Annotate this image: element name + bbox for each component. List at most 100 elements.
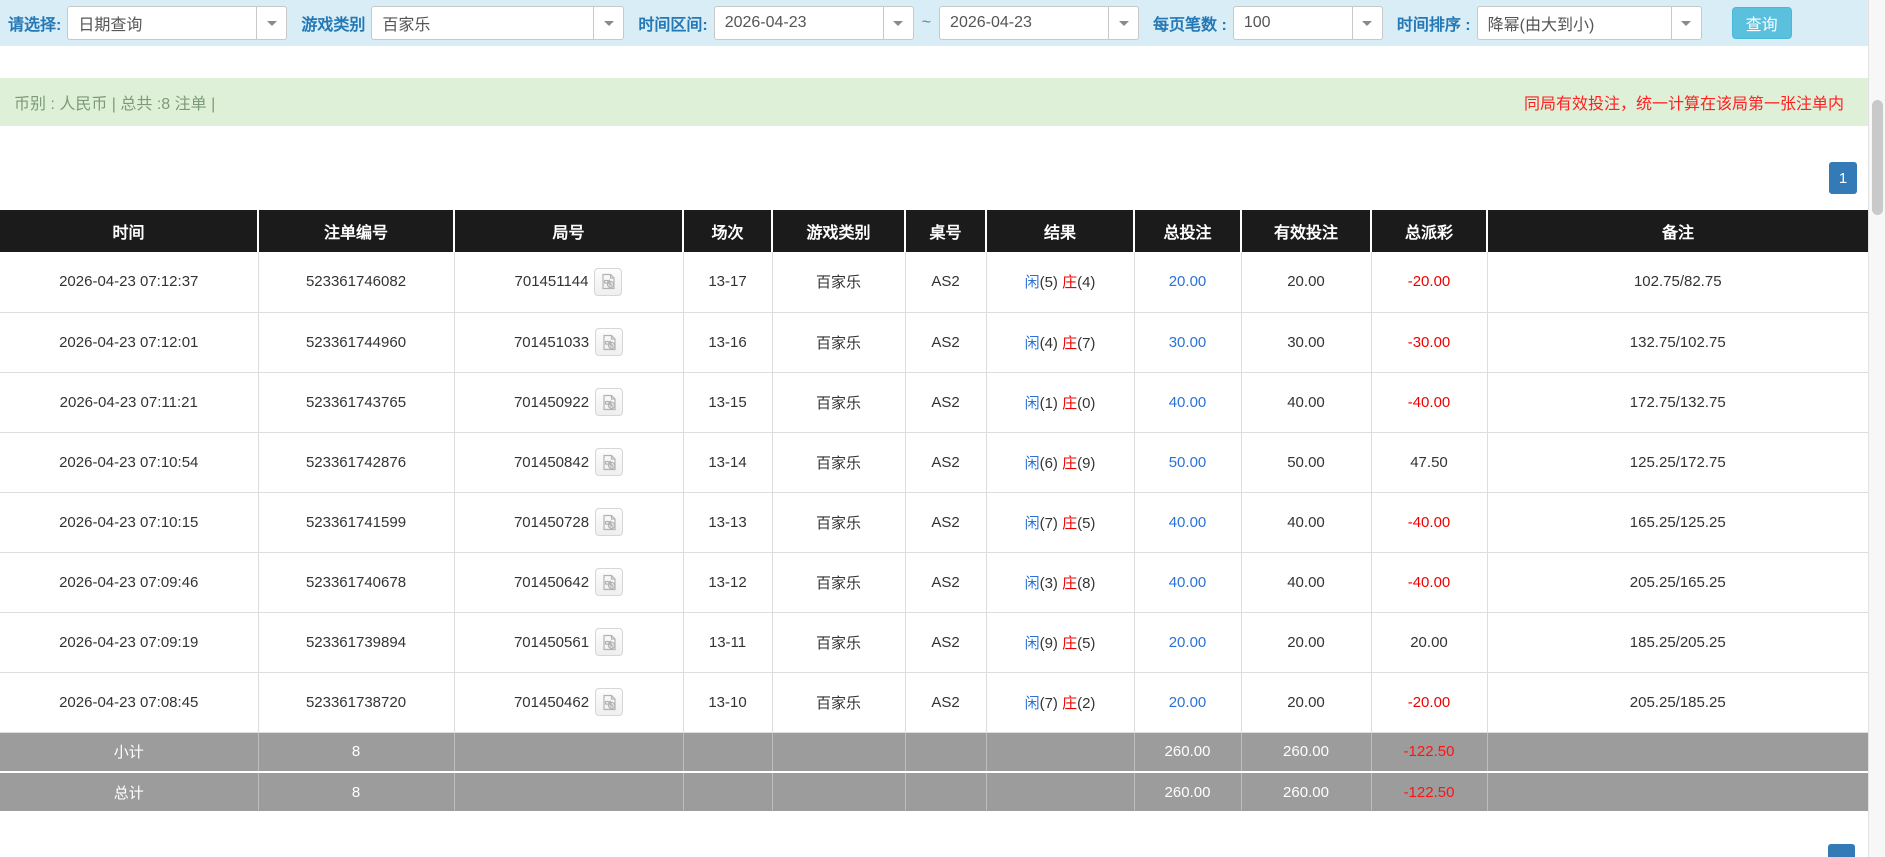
result-banker: 庄 bbox=[1062, 274, 1077, 291]
video-replay-button[interactable] bbox=[595, 328, 623, 356]
video-replay-button[interactable] bbox=[594, 268, 622, 296]
table-row: 2026-04-23 07:10:15523361741599701450728… bbox=[0, 492, 1868, 552]
total-valid-bet: 260.00 bbox=[1241, 772, 1371, 812]
cell-payout: -40.00 bbox=[1371, 492, 1487, 552]
result-banker: 庄 bbox=[1062, 695, 1077, 712]
cell-payout: 47.50 bbox=[1371, 432, 1487, 492]
subtotal-total-bet: 260.00 bbox=[1134, 732, 1241, 772]
video-replay-button[interactable] bbox=[595, 448, 623, 476]
result-banker: 庄 bbox=[1062, 515, 1077, 532]
video-record-icon bbox=[601, 694, 618, 711]
pagination-page-1[interactable]: 1 bbox=[1829, 162, 1857, 194]
total-bet-link[interactable]: 20.00 bbox=[1169, 273, 1207, 290]
game-type-value: 百家乐 bbox=[372, 11, 593, 35]
cell-session: 13-16 bbox=[683, 312, 772, 372]
sort-order-select[interactable]: 降幂(由大到小) bbox=[1477, 6, 1702, 40]
subtotal-label: 小计 bbox=[0, 732, 258, 772]
subtotal-valid-bet: 260.00 bbox=[1241, 732, 1371, 772]
total-bet-link[interactable]: 20.00 bbox=[1169, 634, 1207, 651]
cell-table-no: AS2 bbox=[905, 312, 986, 372]
col-header-table-no: 桌号 bbox=[905, 210, 986, 252]
filter-toolbar: 请选择: 日期查询 游戏类别 百家乐 时间区间: 2026-04-23 ~ 20… bbox=[0, 0, 1868, 46]
video-replay-button[interactable] bbox=[595, 688, 623, 716]
video-replay-button[interactable] bbox=[595, 388, 623, 416]
total-bet-link[interactable]: 30.00 bbox=[1169, 334, 1207, 351]
cell-round-no: 701450462 bbox=[454, 672, 683, 732]
cell-result: 闲(3) 庄(8) bbox=[986, 552, 1134, 612]
cell-remark: 172.75/132.75 bbox=[1487, 372, 1868, 432]
video-record-icon bbox=[601, 514, 618, 531]
total-count: 8 bbox=[258, 772, 454, 812]
cell-session: 13-11 bbox=[683, 612, 772, 672]
subtotal-row: 小计 8 260.00 260.00 -122.50 bbox=[0, 732, 1868, 772]
cell-total-bet: 40.00 bbox=[1134, 372, 1241, 432]
query-type-select[interactable]: 日期查询 bbox=[67, 6, 287, 40]
cell-remark: 205.25/165.25 bbox=[1487, 552, 1868, 612]
cell-bet-no: 523361744960 bbox=[258, 312, 454, 372]
cell-result: 闲(7) 庄(5) bbox=[986, 492, 1134, 552]
result-banker: 庄 bbox=[1062, 635, 1077, 652]
cell-remark: 102.75/82.75 bbox=[1487, 252, 1868, 312]
total-row: 总计 8 260.00 260.00 -122.50 bbox=[0, 772, 1868, 812]
cell-session: 13-14 bbox=[683, 432, 772, 492]
subtotal-empty bbox=[986, 732, 1134, 772]
result-player: 闲 bbox=[1025, 395, 1040, 412]
page-size-select[interactable]: 100 bbox=[1233, 6, 1383, 40]
cell-payout: -30.00 bbox=[1371, 312, 1487, 372]
cell-total-bet: 20.00 bbox=[1134, 672, 1241, 732]
cell-payout: 20.00 bbox=[1371, 612, 1487, 672]
pagination-page-bottom[interactable] bbox=[1828, 844, 1855, 857]
cell-valid-bet: 50.00 bbox=[1241, 432, 1371, 492]
cell-bet-no: 523361740678 bbox=[258, 552, 454, 612]
cell-bet-no: 523361746082 bbox=[258, 252, 454, 312]
total-bet-link[interactable]: 50.00 bbox=[1169, 454, 1207, 471]
cell-time: 2026-04-23 07:12:01 bbox=[0, 312, 258, 372]
date-from-select[interactable]: 2026-04-23 bbox=[714, 6, 914, 40]
total-payout: -122.50 bbox=[1371, 772, 1487, 812]
result-player: 闲 bbox=[1025, 455, 1040, 472]
table-row: 2026-04-23 07:09:19523361739894701450561… bbox=[0, 612, 1868, 672]
cell-result: 闲(4) 庄(7) bbox=[986, 312, 1134, 372]
col-header-bet-no: 注单编号 bbox=[258, 210, 454, 252]
round-no: 701450561 bbox=[514, 634, 589, 651]
video-replay-button[interactable] bbox=[595, 508, 623, 536]
cell-table-no: AS2 bbox=[905, 492, 986, 552]
cell-total-bet: 30.00 bbox=[1134, 312, 1241, 372]
cell-total-bet: 20.00 bbox=[1134, 612, 1241, 672]
cell-bet-no: 523361739894 bbox=[258, 612, 454, 672]
total-empty bbox=[905, 772, 986, 812]
col-header-valid-bet: 有效投注 bbox=[1241, 210, 1371, 252]
cell-round-no: 701450728 bbox=[454, 492, 683, 552]
query-type-value: 日期查询 bbox=[68, 11, 256, 35]
chevron-down-icon bbox=[593, 7, 623, 39]
date-from-value: 2026-04-23 bbox=[715, 14, 883, 32]
scrollbar-thumb[interactable] bbox=[1872, 100, 1883, 215]
cell-table-no: AS2 bbox=[905, 252, 986, 312]
total-bet-link[interactable]: 20.00 bbox=[1169, 694, 1207, 711]
pagination-top: 1 bbox=[0, 126, 1868, 210]
bet-records-table: 时间 注单编号 局号 场次 游戏类别 桌号 结果 总投注 有效投注 总派彩 备注… bbox=[0, 210, 1868, 813]
cell-payout: -40.00 bbox=[1371, 372, 1487, 432]
table-row: 2026-04-23 07:09:46523361740678701450642… bbox=[0, 552, 1868, 612]
total-bet-link[interactable]: 40.00 bbox=[1169, 394, 1207, 411]
result-player: 闲 bbox=[1025, 515, 1040, 532]
total-bet-link[interactable]: 40.00 bbox=[1169, 574, 1207, 591]
cell-result: 闲(1) 庄(0) bbox=[986, 372, 1134, 432]
video-replay-button[interactable] bbox=[595, 628, 623, 656]
vertical-scrollbar[interactable] bbox=[1868, 0, 1885, 857]
cell-game-type: 百家乐 bbox=[772, 252, 905, 312]
result-player: 闲 bbox=[1025, 335, 1040, 352]
cell-remark: 165.25/125.25 bbox=[1487, 492, 1868, 552]
cell-session: 13-13 bbox=[683, 492, 772, 552]
video-replay-button[interactable] bbox=[595, 568, 623, 596]
total-bet-link[interactable]: 40.00 bbox=[1169, 514, 1207, 531]
round-no: 701451144 bbox=[515, 273, 589, 290]
video-record-icon bbox=[601, 454, 618, 471]
game-type-select[interactable]: 百家乐 bbox=[371, 6, 624, 40]
cell-result: 闲(5) 庄(4) bbox=[986, 252, 1134, 312]
cell-game-type: 百家乐 bbox=[772, 312, 905, 372]
date-to-select[interactable]: 2026-04-23 bbox=[939, 6, 1139, 40]
cell-payout: -40.00 bbox=[1371, 552, 1487, 612]
search-button[interactable]: 查询 bbox=[1732, 7, 1792, 39]
cell-game-type: 百家乐 bbox=[772, 552, 905, 612]
